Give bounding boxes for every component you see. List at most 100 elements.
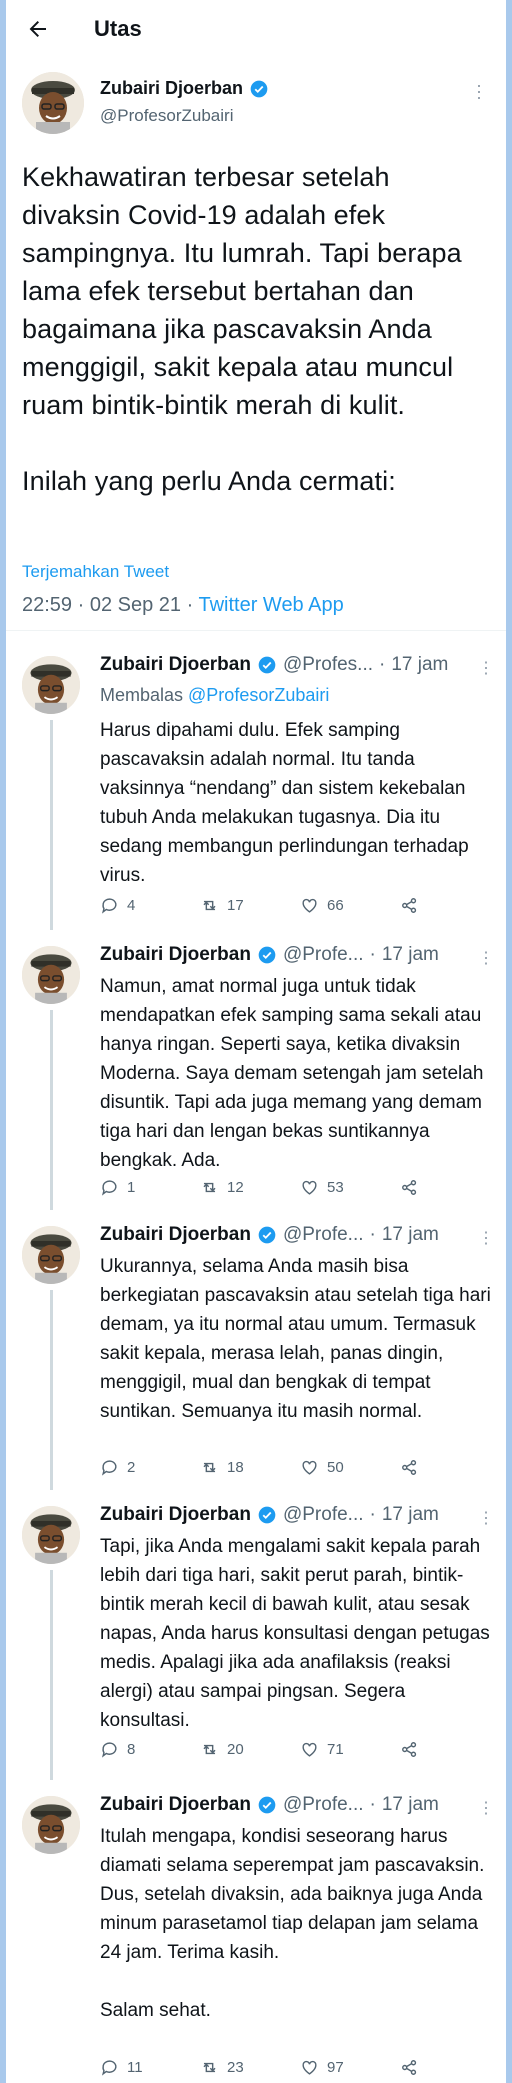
reply-tweet[interactable]: Zubairi Djoerban @Profe... · 17 jam ⋮ Uk… xyxy=(6,1210,506,1490)
retweet-button[interactable]: 18 xyxy=(200,1458,300,1477)
reply-button[interactable]: 1 xyxy=(100,1178,200,1197)
reply-tweet[interactable]: Zubairi Djoerban @Profe... · 17 jam ⋮ Ta… xyxy=(6,1490,506,1780)
author-handle[interactable]: @Profe... xyxy=(283,1504,364,1526)
share-icon xyxy=(402,1742,417,1757)
reply-count: 4 xyxy=(127,897,136,914)
reply-button[interactable]: 8 xyxy=(100,1740,200,1759)
author-handle[interactable]: @Profe... xyxy=(283,1794,364,1816)
author-name[interactable]: Zubairi Djoerban xyxy=(100,1504,251,1526)
reply-time[interactable]: 17 jam xyxy=(382,1504,439,1526)
retweet-count: 17 xyxy=(227,897,244,914)
meta-separator: · xyxy=(369,1504,376,1525)
retweet-count: 12 xyxy=(227,1179,244,1196)
reply-count: 8 xyxy=(127,1741,136,1758)
reply-button[interactable]: 4 xyxy=(100,896,200,915)
share-button[interactable] xyxy=(400,1178,500,1197)
more-icon[interactable]: ⋮ xyxy=(478,948,494,968)
divider xyxy=(6,630,506,631)
share-button[interactable] xyxy=(400,896,500,915)
author-name[interactable]: Zubairi Djoerban xyxy=(100,1794,251,1816)
meta-separator: · xyxy=(369,944,376,965)
meta-separator: · xyxy=(379,654,386,675)
like-button[interactable]: 71 xyxy=(300,1740,400,1759)
reply-header: Zubairi Djoerban @Profe... · 17 jam xyxy=(100,1504,439,1526)
like-button[interactable]: 66 xyxy=(300,896,400,915)
reply-button[interactable]: 11 xyxy=(100,2058,200,2077)
author-name-text: Zubairi Djoerban xyxy=(100,78,244,98)
more-icon[interactable]: ⋮ xyxy=(478,1508,494,1528)
retweet-icon xyxy=(203,1182,216,1193)
like-count: 97 xyxy=(327,2059,344,2076)
retweet-count: 18 xyxy=(227,1459,244,1476)
reply-count: 1 xyxy=(127,1179,136,1196)
reply-time[interactable]: 17 jam xyxy=(382,944,439,966)
tweet-time[interactable]: 22:59 xyxy=(22,594,72,616)
author-name[interactable]: Zubairi Djoerban xyxy=(100,1224,251,1246)
reply-icon xyxy=(101,898,117,914)
more-icon[interactable]: · · · xyxy=(476,76,482,106)
verified-badge-icon xyxy=(250,80,268,97)
share-icon xyxy=(402,898,417,913)
like-count: 53 xyxy=(327,1179,344,1196)
tweet-text: Kekhawatiran terbesar setelah divaksin C… xyxy=(22,158,492,500)
avatar[interactable] xyxy=(22,946,80,1004)
author-name[interactable]: Zubairi Djoerban xyxy=(100,78,269,99)
like-button[interactable]: 97 xyxy=(300,2058,400,2077)
reply-tweet[interactable]: Zubairi Djoerban @Profes... · 17 jam ⋮ M… xyxy=(6,640,506,930)
back-arrow-icon[interactable] xyxy=(26,17,50,41)
author-handle[interactable]: @Profes... xyxy=(283,654,373,676)
reply-count: 2 xyxy=(127,1459,136,1476)
reply-tweet[interactable]: Zubairi Djoerban @Profe... · 17 jam ⋮ It… xyxy=(6,1780,506,2083)
tweet-source-app[interactable]: Twitter Web App xyxy=(198,594,343,616)
retweet-count: 23 xyxy=(227,2059,244,2076)
meta-separator: · xyxy=(186,594,199,616)
like-button[interactable]: 50 xyxy=(300,1458,400,1477)
author-handle[interactable]: @Profe... xyxy=(283,1224,364,1246)
avatar[interactable] xyxy=(22,656,80,714)
like-icon xyxy=(302,2060,317,2075)
like-icon xyxy=(302,1460,317,1475)
share-button[interactable] xyxy=(400,1458,500,1477)
author-name[interactable]: Zubairi Djoerban xyxy=(100,944,251,966)
like-icon xyxy=(302,1180,317,1195)
reply-icon xyxy=(101,2060,117,2076)
share-button[interactable] xyxy=(400,1740,500,1759)
reply-button[interactable]: 2 xyxy=(100,1458,200,1477)
action-bar: 8 20 71 xyxy=(100,1740,500,1759)
verified-badge-icon xyxy=(258,1226,276,1244)
retweet-button[interactable]: 12 xyxy=(200,1178,300,1197)
reply-text: Namun, amat normal juga untuk tidak mend… xyxy=(100,976,484,1171)
reply-time[interactable]: 17 jam xyxy=(382,1224,439,1246)
retweet-button[interactable]: 23 xyxy=(200,2058,300,2077)
reply-time[interactable]: 17 jam xyxy=(391,654,448,676)
like-button[interactable]: 53 xyxy=(300,1178,400,1197)
author-name[interactable]: Zubairi Djoerban xyxy=(100,654,251,676)
more-icon[interactable]: ⋮ xyxy=(478,658,494,678)
avatar[interactable] xyxy=(22,72,84,134)
avatar[interactable] xyxy=(22,1796,80,1854)
replying-label: Membalas xyxy=(100,685,189,705)
author-handle[interactable]: @Profe... xyxy=(283,944,364,966)
avatar[interactable] xyxy=(22,1226,80,1284)
meta-separator: · xyxy=(369,1794,376,1815)
avatar[interactable] xyxy=(22,1506,80,1564)
retweet-count: 20 xyxy=(227,1741,244,1758)
like-count: 66 xyxy=(327,897,344,914)
more-icon[interactable]: ⋮ xyxy=(478,1798,494,1818)
reply-text: Ukurannya, selama Anda masih bisa berkeg… xyxy=(100,1256,491,1422)
top-bar: Utas xyxy=(6,0,506,58)
reply-time[interactable]: 17 jam xyxy=(382,1794,439,1816)
share-button[interactable] xyxy=(400,2058,500,2077)
more-icon[interactable]: ⋮ xyxy=(478,1228,494,1248)
author-handle[interactable]: @ProfesorZubairi xyxy=(100,106,233,126)
retweet-button[interactable]: 17 xyxy=(200,896,300,915)
tweet-date[interactable]: 02 Sep 21 xyxy=(90,594,181,616)
reply-tweet[interactable]: Zubairi Djoerban @Profe... · 17 jam ⋮ Na… xyxy=(6,930,506,1210)
avatar-image xyxy=(22,1226,80,1284)
meta-separator: · xyxy=(77,594,90,616)
verified-badge-icon xyxy=(258,656,276,674)
reply-icon xyxy=(101,1180,117,1196)
translate-link[interactable]: Terjemahkan Tweet xyxy=(22,562,169,582)
replying-mention[interactable]: @ProfesorZubairi xyxy=(188,685,329,705)
retweet-button[interactable]: 20 xyxy=(200,1740,300,1759)
